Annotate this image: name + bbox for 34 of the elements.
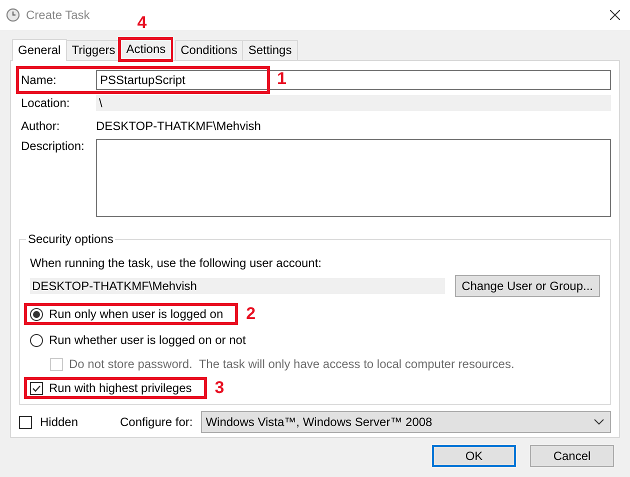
callout-number: 3 [214,378,224,398]
account-prompt: When running the task, use the following user account: [30,256,323,270]
radio-button[interactable] [30,334,43,346]
configure-dropdown[interactable]: Windows Vista™, Windows Server™ 2008 [200,411,611,433]
description-label: Description: [20,139,86,153]
radio-button[interactable] [30,308,43,320]
hidden-label: Hidden [40,415,80,429]
chevron-icon [594,419,604,425]
close-icon[interactable] [610,10,620,20]
name-label: Name: [20,73,58,87]
callout-number: 4 [137,13,147,33]
callout-number: 1 [277,69,286,89]
option-label: Do not store password. The task will only have access to local computer resources. [69,357,514,371]
dialog-button[interactable]: Cancel [530,445,614,467]
configure-label: Configure for: [120,415,193,429]
description-field[interactable] [96,139,611,217]
checkbox[interactable] [19,416,32,428]
tab[interactable]: General [12,39,67,61]
account-field: DESKTOP-THATKMF\Mehvish [30,278,445,294]
clock-icon [6,8,20,22]
author-value: DESKTOP-THATKMF\Mehvish [96,119,261,133]
tab[interactable]: Conditions [174,40,244,60]
callout-number: 2 [246,304,256,324]
author-label: Author: [20,119,61,133]
option-label: Run with highest privileges [49,381,192,395]
tab[interactable]: Settings [242,40,298,60]
location-label: Location: [20,96,71,110]
checkbox[interactable] [30,382,43,394]
dialog-button[interactable]: OK [432,445,516,467]
change-user-button[interactable]: Change User or Group... [454,275,600,297]
option-label: Run only when user is logged on [49,307,224,321]
group-title: Security options [26,232,116,246]
option-label: Run whether user is logged on or not [49,333,246,347]
location-field: \ [96,95,611,111]
